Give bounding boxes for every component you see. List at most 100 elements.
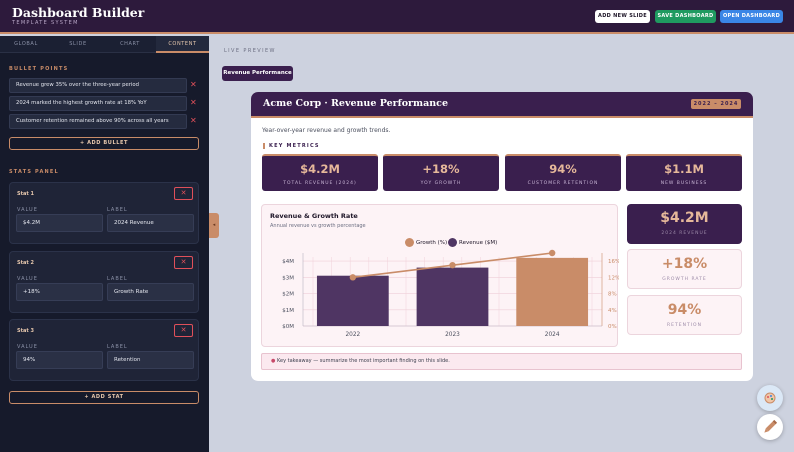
bullet-points-heading: BULLET POINTS bbox=[9, 66, 69, 72]
kpi-value: $1.1M bbox=[664, 162, 704, 176]
remove-bullet-2-close-icon[interactable]: ✕ bbox=[190, 98, 197, 108]
x-axis-tick-label: 2024 bbox=[545, 332, 560, 338]
slide-preview: Acme Corp · Revenue Performance 2022 – 2… bbox=[251, 92, 753, 381]
side-stat-value: $4.2M bbox=[660, 210, 709, 226]
editor-tabs: GLOBAL SLIDE CHART CONTENT bbox=[0, 36, 209, 53]
app-subtitle: TEMPLATE SYSTEM bbox=[12, 20, 79, 26]
slide-header: Acme Corp · Revenue Performance 2022 – 2… bbox=[251, 92, 753, 118]
side-stat-card: $4.2M 2024 REVENUE bbox=[627, 204, 742, 244]
stat-title: Stat 3 bbox=[17, 328, 34, 334]
add-bullet-button[interactable]: + ADD BULLET bbox=[9, 137, 199, 150]
editor-sidebar: GLOBAL SLIDE CHART CONTENT BULLET POINTS… bbox=[0, 36, 209, 452]
bullet-input-2[interactable]: 2024 marked the highest growth rate at 1… bbox=[9, 96, 187, 111]
y-axis-right-tick-label: 12% bbox=[608, 275, 619, 281]
revenue-bar-2022 bbox=[316, 275, 389, 326]
label-label: LABEL bbox=[107, 344, 128, 350]
app-title: Dashboard Builder bbox=[12, 5, 145, 20]
collapse-sidebar-chevron-left-icon[interactable]: ◂ bbox=[209, 213, 219, 238]
stat-card-2: Stat 2 ✕ VALUE LABEL +18% Growth Rate bbox=[9, 251, 199, 313]
growth-point-2022 bbox=[349, 274, 357, 281]
remove-stat-2-close-icon[interactable]: ✕ bbox=[174, 256, 193, 269]
remove-bullet-1-close-icon[interactable]: ✕ bbox=[190, 80, 197, 90]
bullet-input-1[interactable]: Revenue grew 35% over the three-year per… bbox=[9, 78, 187, 93]
add-new-slide-button[interactable]: ADD NEW SLIDE bbox=[595, 10, 650, 23]
app-header: Dashboard Builder TEMPLATE SYSTEM ADD NE… bbox=[0, 0, 794, 34]
pencil-icon bbox=[764, 419, 778, 433]
side-stat-value: +18% bbox=[661, 256, 708, 272]
stat-title: Stat 1 bbox=[17, 191, 34, 197]
label-label: LABEL bbox=[107, 207, 128, 213]
tab-chart[interactable]: CHART bbox=[104, 36, 156, 53]
tab-slide[interactable]: SLIDE bbox=[52, 36, 104, 53]
value-label: VALUE bbox=[17, 276, 38, 282]
stat-value-input[interactable]: $4.2M bbox=[16, 214, 103, 232]
side-stat-value: 94% bbox=[667, 302, 702, 318]
growth-point-2023 bbox=[449, 261, 456, 269]
y-axis-right-tick-label: 4% bbox=[608, 308, 617, 314]
edit-button[interactable] bbox=[757, 414, 783, 440]
y-axis-left-tick-label: $3M bbox=[282, 275, 294, 281]
key-metrics-heading: KEY METRICS bbox=[263, 143, 320, 149]
stat-value-input[interactable]: +18% bbox=[16, 283, 103, 301]
remove-bullet-3-close-icon[interactable]: ✕ bbox=[190, 116, 197, 126]
slide-title: Acme Corp · Revenue Performance bbox=[263, 98, 449, 109]
bullet-input-3[interactable]: Customer retention remained above 90% ac… bbox=[9, 114, 187, 129]
revenue-bar-2023 bbox=[416, 267, 489, 326]
tab-global[interactable]: GLOBAL bbox=[0, 36, 52, 53]
value-label: VALUE bbox=[17, 344, 38, 350]
kpi-value: $4.2M bbox=[300, 162, 340, 176]
x-axis-tick-label: 2022 bbox=[345, 332, 360, 338]
kpi-card: $4.2M TOTAL REVENUE (2024) bbox=[262, 154, 378, 191]
y-axis-right-tick-label: 8% bbox=[608, 292, 617, 298]
side-stat-card: 94% RETENTION bbox=[627, 295, 742, 335]
slide-subtitle: Year-over-year revenue and growth trends… bbox=[262, 127, 391, 134]
y-axis-left-tick-label: $4M bbox=[282, 259, 294, 265]
revenue-growth-chart-card: Revenue & Growth Rate Annual revenue vs … bbox=[261, 204, 619, 347]
y-axis-right-tick-label: 0% bbox=[608, 324, 617, 330]
stat-card-1: Stat 1 ✕ VALUE LABEL $4.2M 2024 Revenue bbox=[9, 182, 199, 244]
kpi-value: 94% bbox=[549, 162, 577, 176]
stat-label-input[interactable]: Growth Rate bbox=[107, 283, 194, 301]
remove-stat-1-close-icon[interactable]: ✕ bbox=[174, 187, 193, 200]
takeaway-dot-icon: ● bbox=[271, 358, 276, 364]
key-takeaway-box[interactable]: ● Key takeaway — summarize the most impo… bbox=[261, 353, 742, 370]
x-axis-tick-label: 2023 bbox=[445, 332, 460, 338]
kpi-label: YOY GROWTH bbox=[420, 181, 462, 186]
y-axis-left-tick-label: $0M bbox=[282, 324, 294, 330]
kpi-card: +18% YOY GROWTH bbox=[383, 154, 499, 191]
side-stat-label: GROWTH RATE bbox=[662, 277, 707, 282]
side-stat-label: 2024 REVENUE bbox=[661, 231, 708, 236]
remove-stat-3-close-icon[interactable]: ✕ bbox=[174, 324, 193, 337]
live-preview-label: LIVE PREVIEW bbox=[224, 48, 276, 54]
stat-label-input[interactable]: Retention bbox=[107, 351, 194, 369]
stat-value-input[interactable]: 94% bbox=[16, 351, 103, 369]
kpi-label: TOTAL REVENUE (2024) bbox=[283, 181, 357, 186]
theme-palette-button[interactable] bbox=[757, 385, 783, 411]
slide-pill-revenue-performance[interactable]: Revenue Performance bbox=[222, 66, 293, 81]
year-range-badge: 2022 – 2024 bbox=[691, 99, 741, 109]
save-dashboard-button[interactable]: SAVE DASHBOARD bbox=[655, 10, 716, 23]
label-label: LABEL bbox=[107, 276, 128, 282]
kpi-label: CUSTOMER RETENTION bbox=[527, 181, 599, 186]
stat-card-3: Stat 3 ✕ VALUE LABEL 94% Retention bbox=[9, 319, 199, 381]
side-stat-card: +18% GROWTH RATE bbox=[627, 249, 742, 289]
kpi-card: 94% CUSTOMER RETENTION bbox=[505, 154, 621, 191]
value-label: VALUE bbox=[17, 207, 38, 213]
open-dashboard-button[interactable]: OPEN DASHBOARD bbox=[720, 10, 783, 23]
revenue-growth-chart: $0M $1M $2M $3M $4M 0% 4% 8% 12% 16% 2022 2023 2024 bbox=[282, 249, 619, 338]
tab-content[interactable]: CONTENT bbox=[156, 36, 209, 53]
kpi-card: $1.1M NEW BUSINESS bbox=[626, 154, 742, 191]
kpi-value: +18% bbox=[422, 162, 460, 176]
y-axis-left-tick-label: $1M bbox=[282, 308, 294, 314]
kpi-label: NEW BUSINESS bbox=[660, 181, 708, 186]
stats-panel-heading: STATS PANEL bbox=[9, 169, 59, 175]
takeaway-text: Key takeaway — summarize the most import… bbox=[276, 358, 450, 364]
stat-label-input[interactable]: 2024 Revenue bbox=[107, 214, 194, 232]
palette-icon bbox=[764, 392, 776, 404]
add-stat-button[interactable]: + ADD STAT bbox=[9, 391, 199, 404]
side-stat-label: RETENTION bbox=[667, 323, 702, 328]
stat-title: Stat 2 bbox=[17, 260, 34, 266]
y-axis-left-tick-label: $2M bbox=[282, 292, 294, 298]
revenue-bar-2024 bbox=[516, 257, 589, 326]
growth-point-2024 bbox=[548, 249, 556, 257]
